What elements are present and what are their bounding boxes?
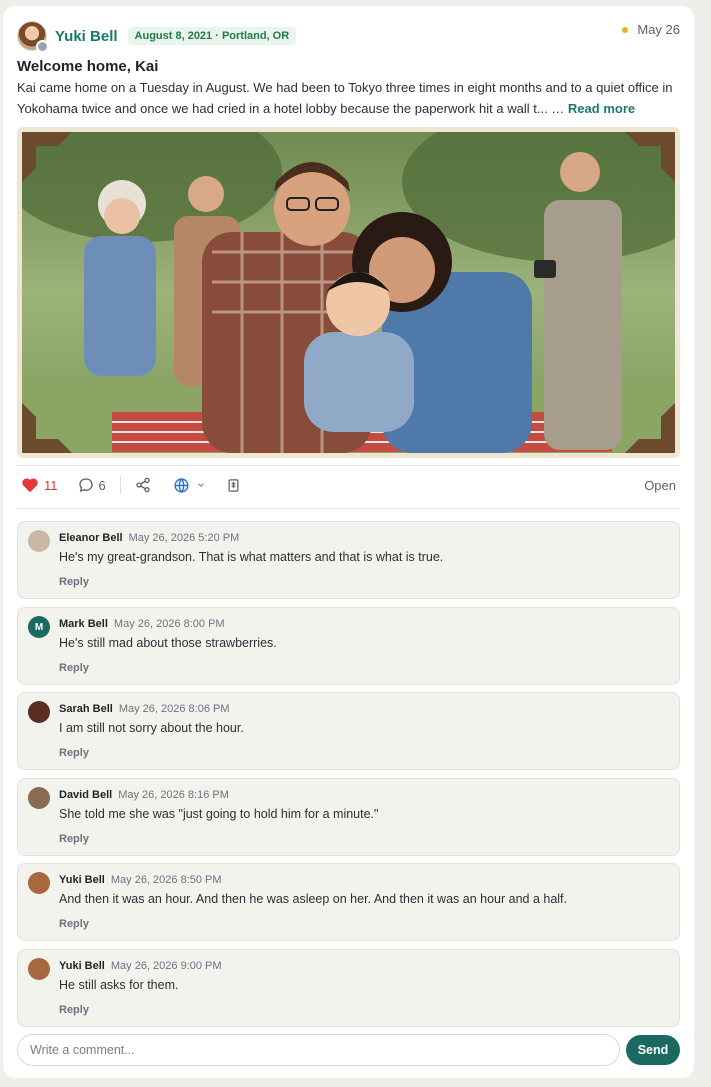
ellipsis: … bbox=[551, 101, 565, 116]
visibility-dropdown[interactable] bbox=[173, 477, 206, 494]
action-separator bbox=[119, 476, 121, 494]
comment-composer: Send bbox=[17, 1034, 680, 1066]
comment-author[interactable]: Yuki Bell bbox=[59, 874, 105, 886]
comment-avatar[interactable] bbox=[28, 701, 50, 723]
comment-author[interactable]: David Bell bbox=[59, 789, 112, 801]
send-button[interactable]: Send bbox=[626, 1035, 680, 1065]
post-header: Yuki Bell August 8, 2021 · Portland, OR … bbox=[17, 20, 680, 53]
comment-item: M Mark Bell May 26, 2026 8:00 PM He's still… bbox=[17, 607, 680, 685]
comment-avatar[interactable] bbox=[28, 530, 50, 552]
author-name[interactable]: Yuki Bell bbox=[55, 28, 118, 45]
post-photo[interactable] bbox=[17, 127, 680, 458]
share-icon bbox=[136, 477, 150, 493]
reply-button[interactable]: Reply bbox=[59, 576, 89, 588]
comment-header: Mark Bell May 26, 2026 8:00 PM bbox=[59, 618, 225, 630]
post-title: Welcome home, Kai bbox=[17, 58, 159, 75]
post-actions-bar: 11 6 Open bbox=[17, 472, 680, 498]
comment-timestamp: May 26, 2026 9:00 PM bbox=[110, 960, 222, 972]
reply-button[interactable]: Reply bbox=[59, 662, 89, 674]
comment-item: Yuki Bell May 26, 2026 8:50 PM And then it… bbox=[17, 863, 680, 941]
notes-button[interactable] bbox=[226, 478, 241, 493]
comment-text: She told me she was "just going to hold … bbox=[59, 807, 379, 821]
comment-header: David Bell May 26, 2026 8:16 PM bbox=[59, 789, 229, 801]
post-meta-badge: August 8, 2021 · Portland, OR bbox=[127, 27, 297, 45]
comment-icon bbox=[78, 478, 93, 493]
comment-item: Eleanor Bell May 26, 2026 5:20 PM He's my … bbox=[17, 521, 680, 599]
comment-author[interactable]: Mark Bell bbox=[59, 618, 108, 630]
comment-author[interactable]: Eleanor Bell bbox=[59, 532, 123, 544]
reply-button[interactable]: Reply bbox=[59, 1004, 89, 1016]
comment-author[interactable]: Sarah Bell bbox=[59, 703, 113, 715]
comment-count: 6 bbox=[98, 477, 106, 493]
comment-item: Yuki Bell May 26, 2026 9:00 PM He still as… bbox=[17, 949, 680, 1027]
comment-timestamp: May 26, 2026 8:16 PM bbox=[118, 789, 229, 801]
open-link[interactable]: Open bbox=[644, 478, 680, 493]
chevron-down-icon bbox=[197, 483, 204, 488]
comment-text: I am still not sorry about the hour. bbox=[59, 721, 244, 735]
comment-text: And then it was an hour. And then he was… bbox=[59, 892, 568, 906]
globe-icon bbox=[174, 477, 189, 493]
comment-header: Eleanor Bell May 26, 2026 5:20 PM bbox=[59, 532, 239, 544]
comment-avatar[interactable] bbox=[28, 958, 50, 980]
post-date: May 26 bbox=[622, 22, 680, 37]
presence-dot-icon bbox=[36, 40, 49, 53]
comment-text: He's my great-grandson. That is what mat… bbox=[59, 550, 444, 564]
post-card: Yuki Bell August 8, 2021 · Portland, OR … bbox=[3, 6, 694, 1078]
comment-author[interactable]: Yuki Bell bbox=[59, 960, 105, 972]
comment-avatar[interactable] bbox=[28, 787, 50, 809]
like-button[interactable]: 11 bbox=[21, 477, 58, 493]
notes-icon bbox=[228, 478, 239, 492]
post-date-label: May 26 bbox=[637, 22, 680, 37]
comment-timestamp: May 26, 2026 8:06 PM bbox=[118, 703, 230, 715]
comment-text: He's still mad about those strawberries. bbox=[59, 636, 277, 650]
comment-header: Sarah Bell May 26, 2026 8:06 PM bbox=[59, 703, 230, 715]
comment-text: He still asks for them. bbox=[59, 978, 179, 992]
divider bbox=[17, 465, 680, 466]
comment-item: Sarah Bell May 26, 2026 8:06 PM I am still… bbox=[17, 692, 680, 770]
comment-timestamp: May 26, 2026 8:00 PM bbox=[113, 618, 225, 630]
comment-timestamp: May 26, 2026 8:50 PM bbox=[110, 874, 222, 886]
comment-header: Yuki Bell May 26, 2026 8:50 PM bbox=[59, 874, 222, 886]
comment-input[interactable] bbox=[17, 1034, 620, 1066]
post-body: Kai came home on a Tuesday in August. We… bbox=[17, 77, 677, 119]
avatar[interactable] bbox=[17, 21, 49, 53]
share-button[interactable] bbox=[135, 477, 151, 493]
comment-avatar[interactable]: M bbox=[28, 616, 50, 638]
family-photo-image bbox=[22, 132, 675, 453]
comment-header: Yuki Bell May 26, 2026 9:00 PM bbox=[59, 960, 222, 972]
reply-button[interactable]: Reply bbox=[59, 918, 89, 930]
reply-button[interactable]: Reply bbox=[59, 747, 89, 759]
comment-avatar[interactable] bbox=[28, 872, 50, 894]
comment-button[interactable]: 6 bbox=[78, 477, 106, 493]
read-more-link[interactable]: Read more bbox=[568, 101, 635, 116]
reply-button[interactable]: Reply bbox=[59, 833, 89, 845]
status-dot-icon bbox=[622, 26, 629, 33]
comment-item: David Bell May 26, 2026 8:16 PM She told m… bbox=[17, 778, 680, 856]
like-count: 11 bbox=[44, 477, 58, 493]
comment-timestamp: May 26, 2026 5:20 PM bbox=[128, 532, 240, 544]
divider bbox=[17, 508, 680, 509]
heart-icon bbox=[22, 478, 38, 493]
